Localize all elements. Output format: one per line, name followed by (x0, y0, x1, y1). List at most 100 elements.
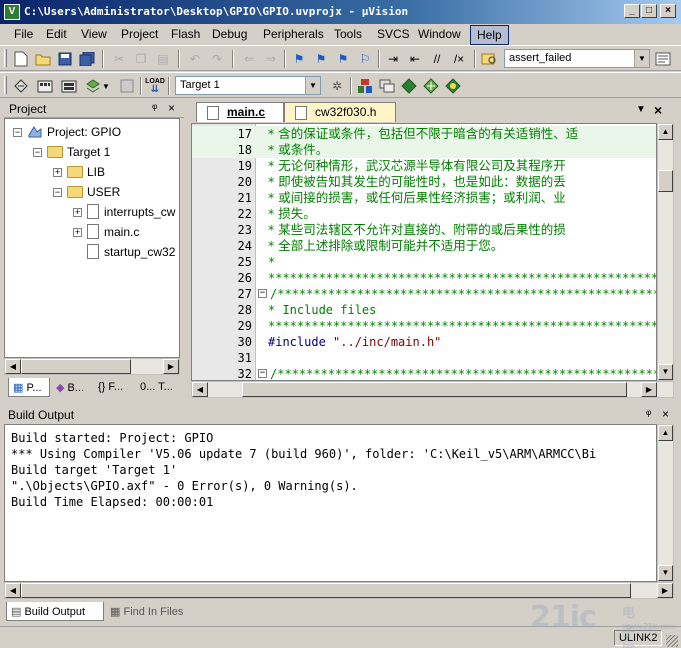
resize-grip-icon[interactable] (666, 635, 678, 647)
tree-file-interrupts[interactable]: interrupts_cw (87, 203, 175, 221)
menu-edit[interactable]: Edit (46, 27, 67, 41)
comment-icon[interactable]: // (428, 50, 446, 68)
collapse-icon[interactable]: − (53, 188, 62, 197)
bookmark-clear-icon[interactable]: ⚐ (356, 50, 374, 68)
build-icon[interactable] (36, 77, 54, 95)
build-output-area[interactable]: Build started: Project: GPIO *** Using C… (4, 424, 657, 582)
code-line[interactable]: 24 * 全部上述排除或限制可能并不适用于您。 (192, 238, 656, 254)
download-load-button[interactable]: LOAD ⇊ (145, 77, 165, 95)
tree-target[interactable]: Target 1 (47, 143, 110, 161)
close-panel-icon[interactable]: × (662, 407, 669, 421)
cut-icon[interactable]: ✂ (110, 50, 128, 68)
tree-group-user[interactable]: USER (67, 183, 120, 201)
paste-icon[interactable]: ▤ (154, 50, 172, 68)
expand-icon[interactable]: + (73, 228, 82, 237)
file-extensions-icon[interactable] (378, 77, 396, 95)
tab-main-c[interactable]: main.c (196, 102, 284, 122)
menu-view[interactable]: View (81, 27, 107, 41)
tab-books[interactable]: ◆ B... (52, 378, 90, 397)
navigate-forward-icon[interactable]: ⇒ (262, 50, 280, 68)
toolbar-grip[interactable] (4, 49, 7, 67)
target-combo[interactable]: Target 1 ▼ (175, 76, 321, 95)
new-file-icon[interactable] (12, 50, 30, 68)
build-hscrollbar[interactable]: ◀ ▶ (4, 582, 674, 599)
menu-window[interactable]: Window (418, 27, 461, 41)
tree-file-main[interactable]: main.c (87, 223, 139, 241)
project-tree-hscrollbar[interactable]: ◀ ▶ (4, 358, 180, 375)
pin-icon[interactable]: ᵠ (152, 101, 157, 115)
code-line[interactable]: 19 * 无论何种情形，武汉芯源半导体有限公司及其程序开 (192, 158, 656, 174)
code-line[interactable]: 18 * 或条件。 (192, 142, 656, 158)
menu-svcs[interactable]: SVCS (377, 27, 410, 41)
code-line[interactable]: 28 * Include files (192, 302, 656, 318)
editor-vscrollbar[interactable]: ▲ ▼ (657, 123, 674, 381)
code-line[interactable]: 22 * 损失。 (192, 206, 656, 222)
undo-icon[interactable]: ↶ (186, 50, 204, 68)
scroll-left-icon[interactable]: ◀ (5, 359, 21, 374)
scroll-up-icon[interactable]: ▲ (658, 124, 673, 140)
tab-project[interactable]: ▦ P... (8, 378, 50, 397)
stop-build-icon[interactable] (118, 77, 136, 95)
code-line[interactable]: 25 * (192, 254, 656, 270)
code-line[interactable]: 29 *************************************… (192, 318, 656, 334)
expand-icon[interactable]: + (53, 168, 62, 177)
close-window-button[interactable]: × (660, 4, 676, 18)
menu-file[interactable]: File (14, 27, 33, 41)
menu-help[interactable]: Help (470, 25, 509, 45)
title-bar[interactable]: V C:\Users\Administrator\Desktop\GPIO\GP… (0, 0, 681, 24)
tab-build-output[interactable]: ▤ Build Output (6, 602, 104, 621)
menu-debug[interactable]: Debug (212, 27, 247, 41)
menu-flash[interactable]: Flash (171, 27, 200, 41)
scroll-down-icon[interactable]: ▼ (658, 364, 673, 380)
code-line[interactable]: 20 * 即使被告知其发生的可能性时，也是如此：数据的丢 (192, 174, 656, 190)
code-line[interactable]: 31 (192, 350, 656, 366)
scroll-right-icon[interactable]: ▶ (657, 583, 673, 598)
tree-file-startup[interactable]: startup_cw32 (87, 243, 175, 261)
minimize-button[interactable]: _ (624, 4, 640, 18)
collapse-icon[interactable]: − (33, 148, 42, 157)
batch-build-icon[interactable] (84, 77, 102, 95)
scrollbar-thumb[interactable] (242, 382, 627, 397)
bookmark-prev-icon[interactable]: ⚑ (312, 50, 330, 68)
scroll-right-icon[interactable]: ▶ (641, 382, 657, 397)
save-all-icon[interactable] (78, 50, 96, 68)
scroll-left-icon[interactable]: ◀ (192, 382, 208, 397)
uncomment-icon[interactable]: /× (450, 50, 468, 68)
close-editor-icon[interactable]: × (654, 102, 662, 118)
target-options-icon[interactable]: ✲ (328, 77, 346, 95)
build-vscrollbar[interactable]: ▲ ▼ (657, 424, 674, 582)
menu-tools[interactable]: Tools (334, 27, 362, 41)
navigate-back-icon[interactable]: ⇐ (240, 50, 258, 68)
code-line[interactable]: 17 * 含的保证或条件，包括但不限于暗含的有关适销性、适 (192, 126, 656, 142)
redo-icon[interactable]: ↷ (208, 50, 226, 68)
tab-cw32f030-h[interactable]: cw32f030.h (284, 102, 396, 122)
fold-icon[interactable]: − (258, 369, 267, 378)
find-options-icon[interactable] (654, 50, 672, 68)
tab-list-icon[interactable]: ▼ (636, 104, 646, 115)
chevron-down-icon[interactable]: ▼ (305, 77, 320, 94)
code-line[interactable]: 23 * 某些司法辖区不允许对直接的、附带的或后果性的损 (192, 222, 656, 238)
scrollbar-thumb[interactable] (21, 359, 131, 374)
menu-peripherals[interactable]: Peripherals (263, 27, 324, 41)
editor-hscrollbar[interactable]: ◀ ▶ (191, 381, 674, 398)
scroll-right-icon[interactable]: ▶ (163, 359, 179, 374)
tab-find-in-files[interactable]: ▦ Find In Files (106, 602, 194, 621)
scroll-up-icon[interactable]: ▲ (658, 425, 673, 441)
code-line[interactable]: 26 **************************************… (192, 270, 656, 286)
maximize-button[interactable]: □ (641, 4, 657, 18)
pin-icon[interactable]: ᵠ (646, 407, 651, 421)
tab-templates[interactable]: 0... T... (136, 378, 182, 397)
collapse-icon[interactable]: − (13, 128, 22, 137)
chevron-down-icon[interactable]: ▼ (634, 50, 649, 67)
pack-installer-icon[interactable] (422, 77, 440, 95)
scroll-left-icon[interactable]: ◀ (5, 583, 21, 598)
manage-components-icon[interactable] (356, 77, 374, 95)
close-panel-icon[interactable]: × (168, 101, 175, 115)
expand-icon[interactable]: + (73, 208, 82, 217)
toolbar-grip[interactable] (4, 76, 7, 94)
scrollbar-thumb[interactable] (658, 170, 673, 192)
scroll-down-icon[interactable]: ▼ (658, 565, 673, 581)
code-line[interactable]: 32−/************************************… (192, 366, 656, 380)
find-combo[interactable]: assert_failed ▼ (504, 49, 650, 68)
translate-icon[interactable] (12, 77, 30, 95)
